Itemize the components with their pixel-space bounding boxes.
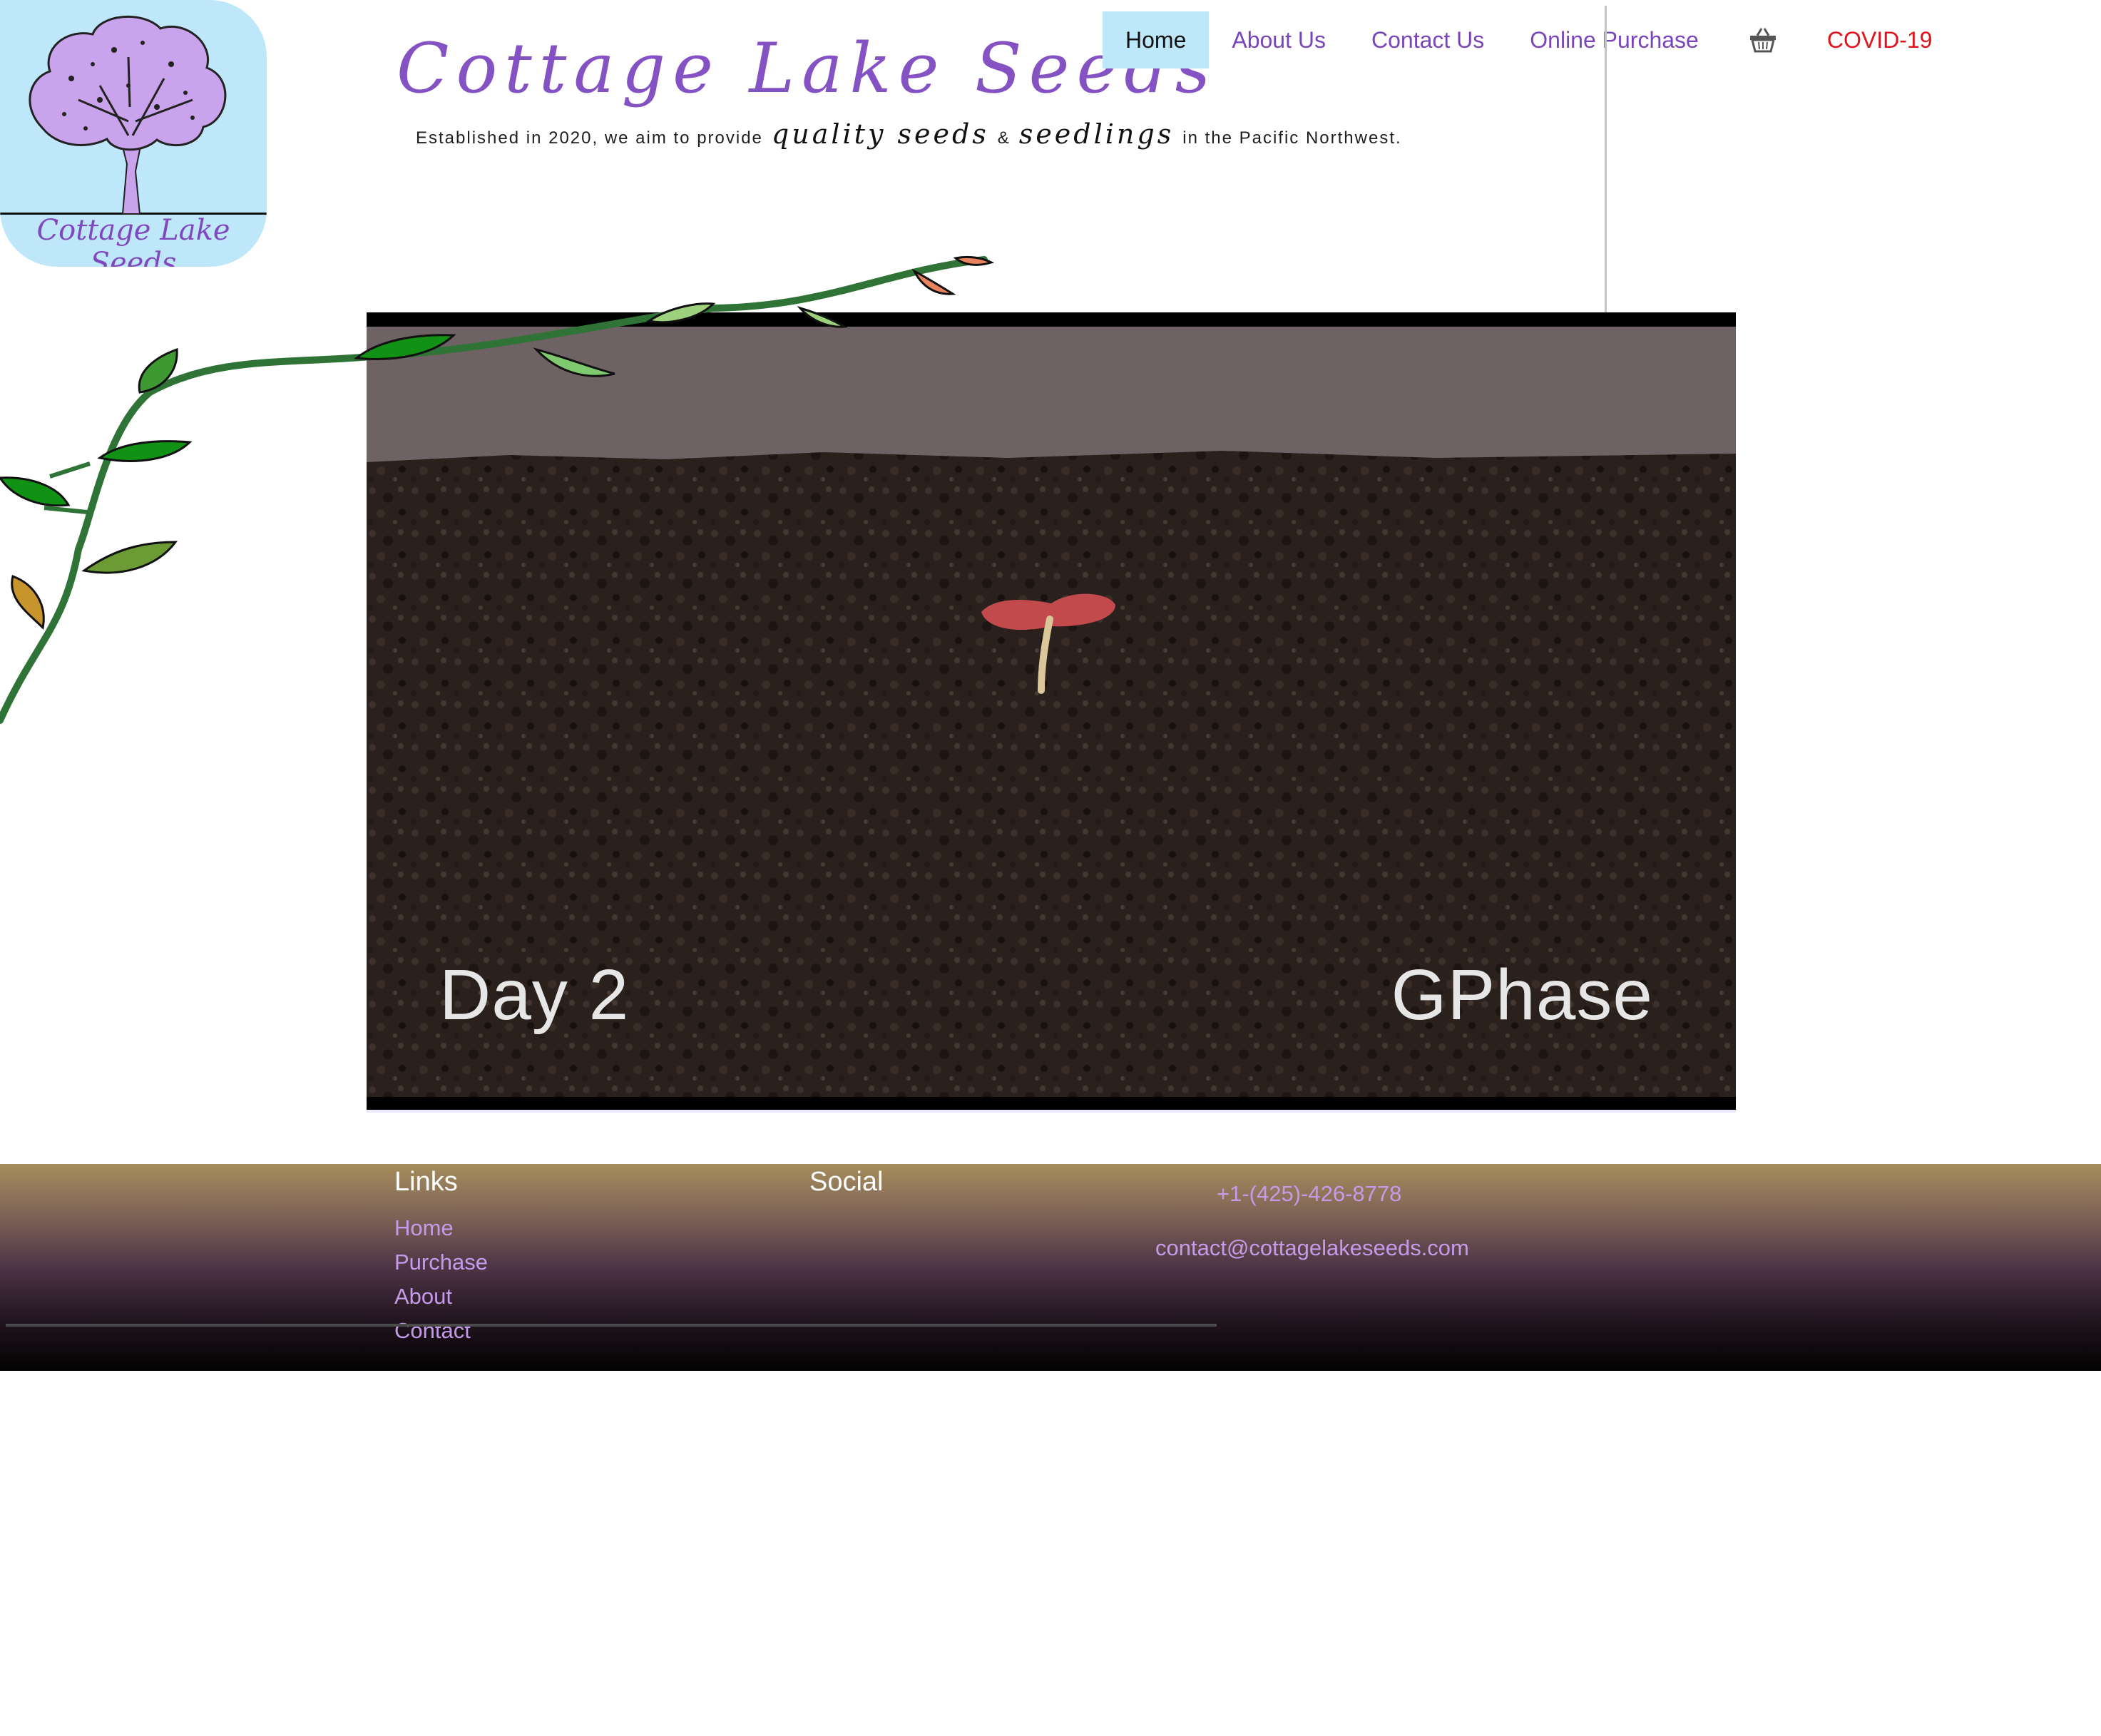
- leaf-icon: [81, 541, 178, 574]
- leaf-icon: [797, 306, 848, 328]
- logo[interactable]: Cottage Lake Seeds: [0, 0, 267, 267]
- day-label: Day 2: [439, 955, 630, 1035]
- phase-label: GPhase: [1391, 955, 1653, 1035]
- tagline-suffix: in the Pacific Northwest.: [1182, 128, 1402, 148]
- leaf-icon: [533, 347, 615, 377]
- vine-decoration: [0, 255, 995, 724]
- cart-button[interactable]: [1722, 11, 1804, 68]
- leaf-icon: [911, 268, 956, 295]
- footer-link-home[interactable]: Home: [394, 1215, 454, 1241]
- leaf-icon: [0, 476, 71, 507]
- footer-links-heading: Links: [394, 1167, 458, 1197]
- tagline-seedlings: seedlings: [1018, 118, 1175, 150]
- main-nav: Home About Us Contact Us Online Purchase…: [1103, 11, 1955, 68]
- footer-link-purchase[interactable]: Purchase: [394, 1250, 488, 1275]
- leaf-icon: [354, 334, 456, 360]
- footer-phone[interactable]: +1-(425)-426-8778: [1217, 1181, 1401, 1207]
- nav-covid-19[interactable]: COVID-19: [1804, 11, 1956, 68]
- nav-about-us[interactable]: About Us: [1209, 11, 1349, 68]
- tagline-prefix: Established in 2020, we aim to provide: [416, 128, 763, 148]
- footer: [0, 1164, 2101, 1371]
- nav-contact-us[interactable]: Contact Us: [1349, 11, 1507, 68]
- hero-border: [367, 1110, 1736, 1113]
- footer-link-contact[interactable]: Contact: [394, 1318, 471, 1344]
- shopping-basket-icon: [1749, 28, 1776, 53]
- tagline: Established in 2020, we aim to provide q…: [416, 118, 1402, 150]
- nav-home[interactable]: Home: [1103, 11, 1210, 68]
- footer-link-about[interactable]: About: [394, 1284, 452, 1309]
- footer-divider: [6, 1324, 1217, 1327]
- nav-online-purchase[interactable]: Online Purchase: [1507, 11, 1722, 68]
- tagline-amp: &: [997, 128, 1011, 148]
- footer-social-heading: Social: [809, 1167, 884, 1197]
- tagline-quality: quality seeds: [771, 118, 989, 150]
- leaf-icon: [11, 575, 45, 630]
- footer-email[interactable]: contact@cottagelakeseeds.com: [1155, 1235, 1469, 1261]
- brand-title: Cottage Lake Seeds: [397, 29, 1218, 108]
